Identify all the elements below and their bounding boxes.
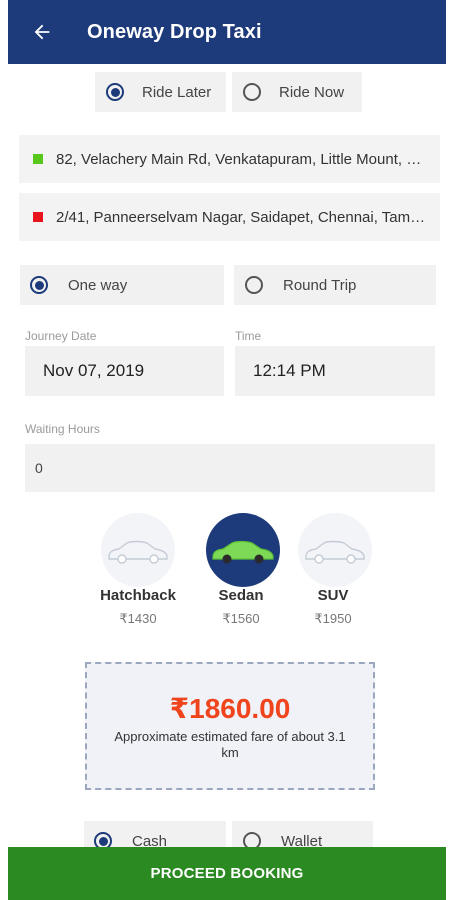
hatchback-car-icon: [108, 540, 168, 564]
car-name-suv: SUV: [317, 587, 349, 604]
waiting-hours-input[interactable]: 0: [25, 444, 435, 492]
one-way-label: One way: [68, 276, 128, 294]
car-option-hatchback[interactable]: [101, 513, 175, 587]
round-trip-option[interactable]: Round Trip: [234, 265, 436, 305]
ride-later-option[interactable]: Ride Later: [95, 72, 226, 112]
fare-estimate-box: ₹1860.00 Approximate estimated fare of a…: [85, 662, 375, 790]
pickup-location-field[interactable]: 82, Velachery Main Rd, Venkatapuram, Lit…: [19, 135, 440, 183]
pickup-marker-icon: [33, 154, 43, 164]
journey-date-label: Journey Date: [25, 329, 97, 343]
car-name-hatchback: Hatchback: [100, 587, 176, 604]
ride-now-option[interactable]: Ride Now: [232, 72, 362, 112]
app-bar: Oneway Drop Taxi: [8, 0, 446, 64]
time-label: Time: [235, 329, 262, 343]
suv-car-icon: [305, 540, 365, 564]
ride-now-label: Ride Now: [279, 83, 345, 101]
arrow-left-icon: [34, 24, 50, 40]
drop-location-field[interactable]: 2/41, Panneerselvam Nagar, Saidapet, Che…: [19, 193, 440, 241]
drop-marker-icon: [33, 212, 43, 222]
page-title: Oneway Drop Taxi: [87, 20, 262, 43]
one-way-option[interactable]: One way: [20, 265, 224, 305]
ride-later-label: Ride Later: [142, 83, 212, 101]
one-way-radio[interactable]: [30, 276, 48, 294]
car-option-suv[interactable]: [298, 513, 372, 587]
car-option-sedan[interactable]: [206, 513, 280, 587]
round-trip-label: Round Trip: [283, 276, 357, 294]
fare-amount: ₹1860.00: [169, 693, 291, 724]
proceed-booking-button[interactable]: PROCEED BOOKING: [8, 847, 446, 900]
fare-note: Approximate estimated fare of about 3.1 …: [114, 729, 346, 760]
sedan-car-icon: [212, 540, 274, 564]
drop-address: 2/41, Panneerselvam Nagar, Saidapet, Che…: [56, 208, 428, 226]
round-trip-radio[interactable]: [245, 276, 263, 294]
car-price-hatchback: ₹1430: [119, 611, 157, 626]
ride-later-radio[interactable]: [106, 83, 124, 101]
time-field[interactable]: 12:14 PM: [235, 346, 435, 396]
car-price-suv: ₹1950: [314, 611, 352, 626]
pickup-address: 82, Velachery Main Rd, Venkatapuram, Lit…: [56, 150, 428, 168]
journey-date-field[interactable]: Nov 07, 2019: [25, 346, 224, 396]
back-button[interactable]: [8, 0, 78, 64]
ride-now-radio[interactable]: [243, 83, 261, 101]
waiting-hours-label: Waiting Hours: [25, 422, 100, 436]
